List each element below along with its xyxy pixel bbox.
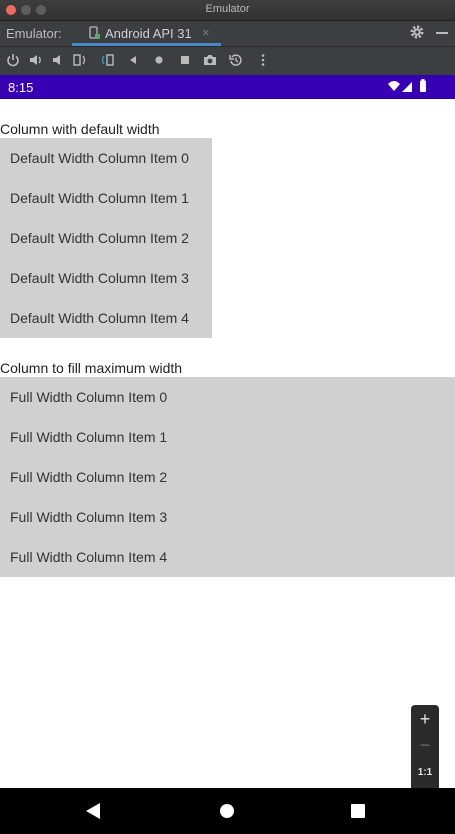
battery-icon	[420, 80, 426, 92]
navigation-bar	[0, 788, 455, 834]
list-item: Default Width Column Item 3	[10, 270, 189, 286]
nav-recents-icon[interactable]	[351, 804, 365, 818]
list-item: Default Width Column Item 1	[10, 190, 189, 206]
home-icon[interactable]	[152, 53, 166, 67]
wifi-icon	[388, 81, 400, 91]
zoom-actual-size-button[interactable]: 1:1	[411, 767, 439, 778]
volume-up-icon[interactable]	[29, 53, 43, 67]
volume-down-icon[interactable]	[51, 53, 65, 67]
tab-android-api-31[interactable]: Android API 31 ×	[72, 21, 221, 46]
list-item: Full Width Column Item 3	[10, 509, 168, 525]
list-item: Default Width Column Item 4	[10, 310, 189, 326]
tab-bar: Emulator: Android API 31 ×	[0, 21, 455, 47]
overview-icon[interactable]	[178, 53, 192, 67]
zoom-out-button[interactable]: −	[411, 735, 439, 756]
device-icon	[89, 26, 100, 39]
list-item: Full Width Column Item 1	[10, 429, 168, 445]
signal-icon	[402, 82, 412, 92]
hide-panel-icon[interactable]	[436, 32, 448, 34]
nav-home-icon[interactable]	[220, 804, 234, 818]
emulator-toolbar	[0, 47, 455, 75]
more-icon[interactable]	[256, 53, 270, 67]
status-time: 8:15	[8, 80, 34, 95]
zoom-in-button[interactable]: +	[411, 709, 439, 730]
status-icons	[388, 79, 426, 92]
full-width-column: Full Width Column Item 0 Full Width Colu…	[0, 377, 455, 577]
default-width-column: Default Width Column Item 0 Default Widt…	[0, 138, 212, 338]
back-icon[interactable]	[126, 53, 140, 67]
status-bar: 8:15	[0, 75, 455, 99]
app-content: Column with default width Default Width …	[0, 99, 455, 788]
list-item: Full Width Column Item 2	[10, 469, 168, 485]
list-item: Default Width Column Item 2	[10, 230, 189, 246]
tab-label: Android API 31	[105, 26, 192, 41]
nav-back-icon[interactable]	[86, 803, 100, 819]
list-item: Full Width Column Item 0	[10, 389, 168, 405]
emulator-label: Emulator:	[6, 26, 62, 41]
camera-icon[interactable]	[203, 53, 217, 67]
list-item: Default Width Column Item 0	[10, 150, 189, 166]
rotate-left-icon[interactable]	[73, 53, 87, 67]
list-item: Full Width Column Item 4	[10, 549, 168, 565]
tab-close-icon[interactable]: ×	[202, 25, 210, 40]
full-column-title: Column to fill maximum width	[0, 360, 183, 376]
gear-icon[interactable]	[409, 24, 425, 40]
rotate-right-icon[interactable]	[100, 53, 114, 67]
default-column-title: Column with default width	[0, 121, 160, 137]
device-screen: 8:15 Column with default width Default W…	[0, 75, 455, 834]
power-icon[interactable]	[6, 53, 20, 67]
window-title: Emulator	[205, 3, 250, 15]
snapshot-icon[interactable]	[229, 53, 243, 67]
window-titlebar: Emulator	[0, 0, 455, 21]
